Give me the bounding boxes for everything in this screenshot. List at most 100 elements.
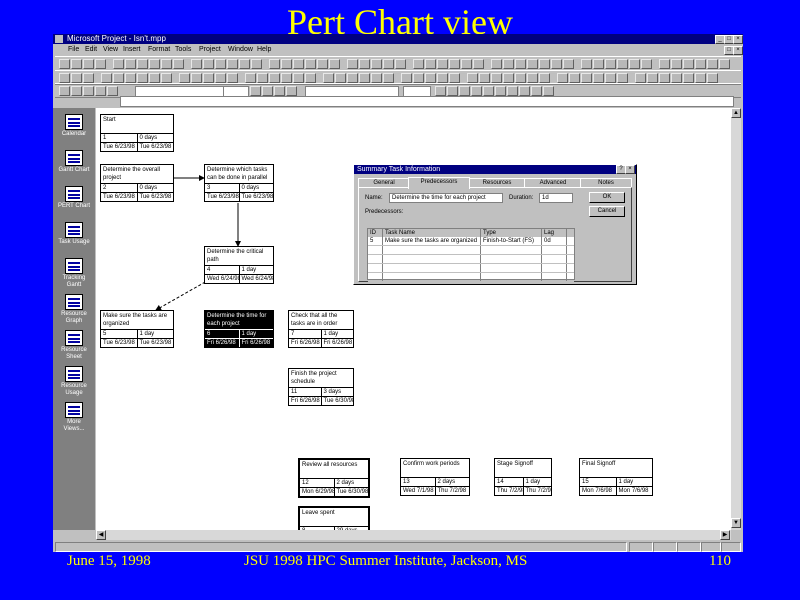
menu-insert[interactable]: Insert <box>123 46 141 53</box>
toolbar-button[interactable] <box>383 73 394 83</box>
toolbar-button[interactable] <box>401 73 412 83</box>
toolbar-button[interactable] <box>323 73 334 83</box>
toolbar-button[interactable] <box>581 59 592 69</box>
toolbar-button[interactable] <box>413 59 424 69</box>
grid-cell-lag[interactable] <box>542 246 567 254</box>
toolbar-button[interactable] <box>629 59 640 69</box>
scroll-down-icon[interactable]: ▼ <box>731 518 741 528</box>
pert-node[interactable]: Leave spent829 daysTue 6/23/98Mon 8/3/98 <box>298 506 370 530</box>
grid-cell-name[interactable] <box>383 255 481 263</box>
grid-row[interactable] <box>368 264 574 273</box>
menu-file[interactable]: File <box>68 46 79 53</box>
toolbar-button[interactable] <box>425 73 436 83</box>
toolbar-button[interactable] <box>671 73 682 83</box>
duration-field[interactable]: 1d <box>539 193 573 203</box>
pert-node[interactable]: Check that all the tasks are in order 7 1 … <box>288 310 354 348</box>
toolbar-button[interactable] <box>269 73 280 83</box>
grid-cell-lag[interactable] <box>542 264 567 272</box>
toolbar-button[interactable] <box>503 59 514 69</box>
toolbar-button[interactable] <box>503 73 514 83</box>
toolbar-button[interactable] <box>335 73 346 83</box>
pert-node[interactable]: Confirm work periods 13 2 days Wed 7/1/98 Th… <box>400 458 470 496</box>
toolbar-button[interactable] <box>467 73 478 83</box>
toolbar-button[interactable] <box>191 73 202 83</box>
menu-format[interactable]: Format <box>148 46 170 53</box>
toolbar-button[interactable] <box>551 59 562 69</box>
toolbar-button[interactable] <box>113 73 124 83</box>
toolbar-button[interactable] <box>671 59 682 69</box>
predecessors-grid[interactable]: ID Task Name Type Lag 5 Make sure the tas… <box>367 228 575 282</box>
pert-node[interactable]: Start 1 0 days Tue 6/23/98 Tue 6/23/98 <box>100 114 174 152</box>
toolbar-button[interactable] <box>305 73 316 83</box>
view-calendar[interactable]: Calendar <box>56 114 92 154</box>
grid-row[interactable] <box>368 273 574 282</box>
view-resource-sheet[interactable]: Resource Sheet <box>56 330 92 370</box>
toolbar-button[interactable] <box>161 59 172 69</box>
toolbar-button[interactable] <box>683 59 694 69</box>
grid-cell-lag[interactable] <box>542 255 567 263</box>
grid-cell-id[interactable] <box>368 255 383 263</box>
menu-view[interactable]: View <box>103 46 118 53</box>
toolbar-button[interactable] <box>593 73 604 83</box>
pert-node[interactable]: Make sure the tasks are organized 5 1 day T… <box>100 310 174 348</box>
toolbar-button[interactable] <box>137 73 148 83</box>
grid-cell-type[interactable] <box>481 246 542 254</box>
toolbar-button[interactable] <box>527 59 538 69</box>
toolbar-button[interactable] <box>125 73 136 83</box>
view-pert-chart[interactable]: PERT Chart <box>56 186 92 226</box>
toolbar-button[interactable] <box>437 59 448 69</box>
menu-help[interactable]: Help <box>257 46 271 53</box>
toolbar-button[interactable] <box>317 59 328 69</box>
toolbar-button[interactable] <box>707 59 718 69</box>
project-app-icon[interactable] <box>55 35 63 43</box>
grid-cell-name[interactable] <box>383 264 481 272</box>
toolbar-button[interactable] <box>149 73 160 83</box>
toolbar-button[interactable] <box>371 59 382 69</box>
scroll-up-icon[interactable]: ▲ <box>731 108 741 118</box>
toolbar-button[interactable] <box>59 59 70 69</box>
grid-row[interactable]: 5 Make sure the tasks are organized Finish… <box>368 237 574 246</box>
toolbar-button[interactable] <box>563 59 574 69</box>
toolbar-button[interactable] <box>83 73 94 83</box>
toolbar-button[interactable] <box>251 59 262 69</box>
view-tracking-gantt[interactable]: Tracking Gantt <box>56 258 92 298</box>
toolbar-button[interactable] <box>137 59 148 69</box>
pert-node[interactable]: Determine the overall project 2 0 days Tue … <box>100 164 174 202</box>
toolbar-button[interactable] <box>215 73 226 83</box>
grid-cell-id[interactable] <box>368 246 383 254</box>
toolbar-button[interactable] <box>71 73 82 83</box>
toolbar-button[interactable] <box>617 73 628 83</box>
scroll-right-icon[interactable]: ▶ <box>720 530 730 540</box>
toolbar-button[interactable] <box>719 59 730 69</box>
toolbar-button[interactable] <box>473 59 484 69</box>
view-gantt-chart[interactable]: Gantt Chart <box>56 150 92 190</box>
toolbar-button[interactable] <box>479 73 490 83</box>
toolbar-button[interactable] <box>149 59 160 69</box>
toolbar-button[interactable] <box>257 73 268 83</box>
toolbar-button[interactable] <box>383 59 394 69</box>
toolbar-button[interactable] <box>635 73 646 83</box>
pert-node[interactable]: Determine the time for each project 6 1 da… <box>204 310 274 348</box>
pert-node[interactable]: Stage Signoff141 dayThu 7/2/98Thu 7/2/98 <box>494 458 552 496</box>
toolbar-button[interactable] <box>269 59 280 69</box>
toolbar-button[interactable] <box>83 59 94 69</box>
toolbar-button[interactable] <box>437 73 448 83</box>
toolbar-button[interactable] <box>329 59 340 69</box>
grid-cell-type[interactable] <box>481 273 542 281</box>
toolbar-button[interactable] <box>359 59 370 69</box>
pert-node[interactable]: Review all resources 12 2 days Mon 6/29/98 T… <box>298 458 370 498</box>
entry-field[interactable] <box>120 96 734 107</box>
toolbar-button[interactable] <box>617 59 628 69</box>
tab-predecessors[interactable]: Predecessors <box>408 177 470 189</box>
vertical-scrollbar[interactable]: ▲ ▼ <box>731 108 741 530</box>
toolbar-button[interactable] <box>227 59 238 69</box>
task-name-field[interactable]: Determine the time for each project <box>389 193 503 203</box>
toolbar-button[interactable] <box>605 73 616 83</box>
grid-row[interactable] <box>368 255 574 264</box>
toolbar-button[interactable] <box>101 73 112 83</box>
toolbar-button[interactable] <box>683 73 694 83</box>
menu-window[interactable]: Window <box>228 46 253 53</box>
doc-close-icon[interactable]: × <box>733 46 743 55</box>
toolbar-button[interactable] <box>71 59 82 69</box>
grid-cell-id[interactable] <box>368 273 383 281</box>
